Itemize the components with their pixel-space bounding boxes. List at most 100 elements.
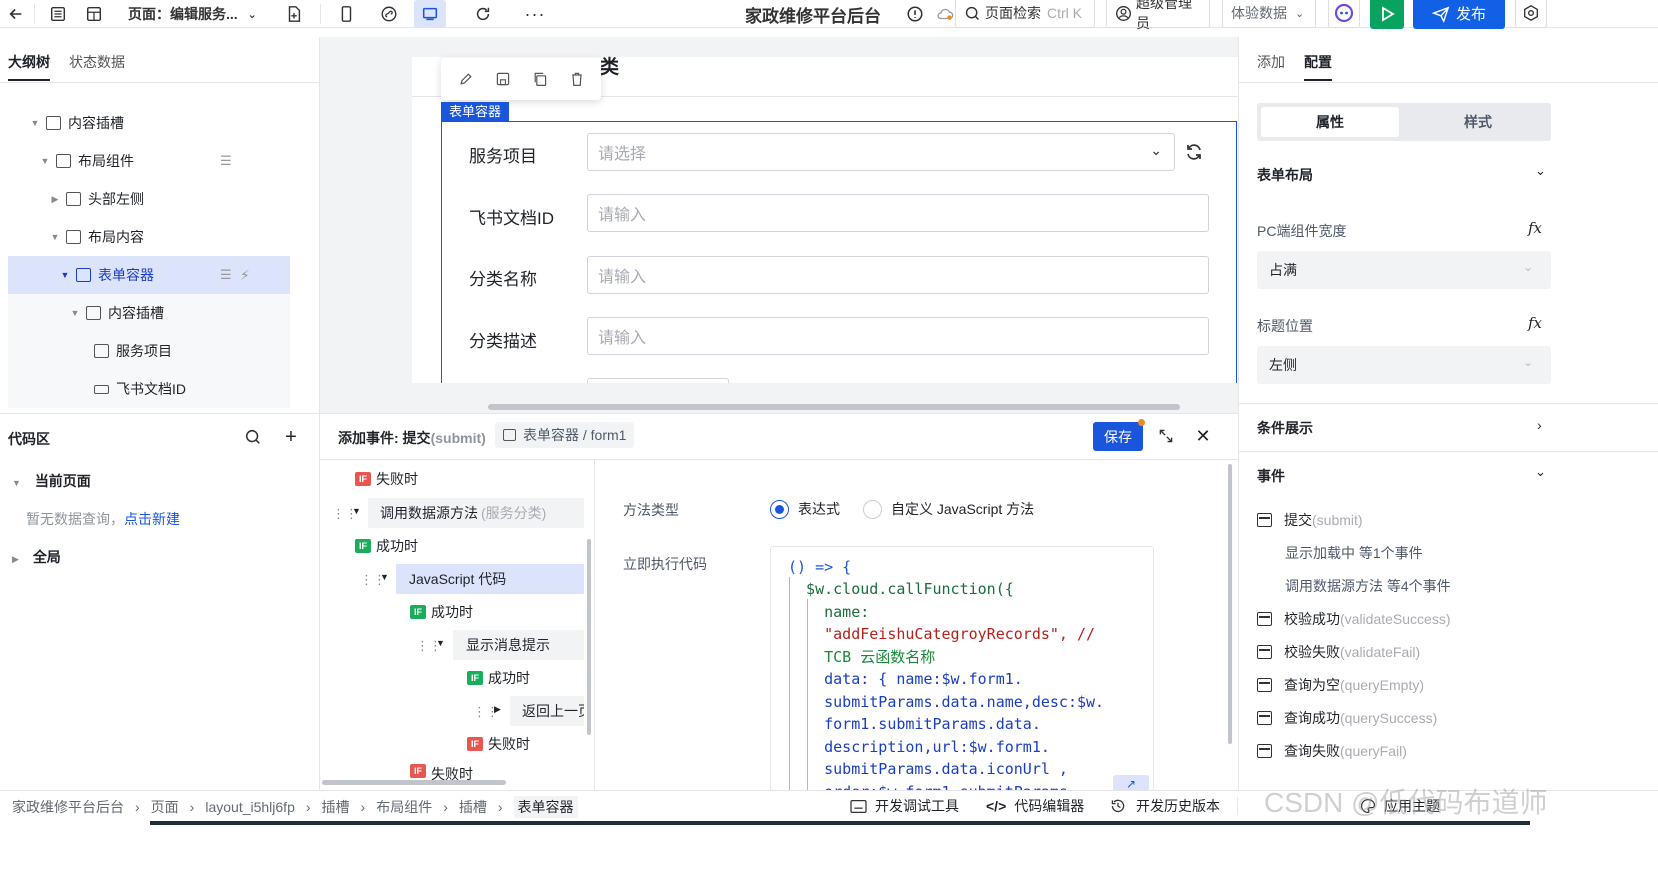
radio-custom-js[interactable]: 自定义 JavaScript 方法 [863, 499, 1034, 519]
condition-heading[interactable]: 条件展示 [1257, 418, 1313, 438]
tree-item-content-slot[interactable]: ▼ 内容插槽 [8, 104, 290, 142]
feishu-id-input[interactable]: 请输入 [587, 194, 1209, 232]
breadcrumb-item[interactable]: layout_i5hlj6fp [205, 799, 295, 815]
tab-config[interactable]: 配置 [1304, 52, 1332, 81]
category-name-input[interactable]: 请输入 [587, 256, 1209, 294]
caret-down-icon[interactable]: ▼ [40, 156, 50, 166]
global-group[interactable]: ▶ 全局 [12, 547, 61, 567]
tab-state-data[interactable]: 状态数据 [69, 52, 125, 72]
layout-icon[interactable] [82, 0, 106, 28]
flow-if-success[interactable]: IF 成功时 [467, 663, 530, 693]
flow-node-datasource[interactable]: 调用数据源方法 (服务分类) [368, 498, 584, 528]
create-query-link[interactable]: 点击新建 [124, 511, 180, 527]
event-query-empty[interactable]: 查询为空 (queryEmpty) [1257, 670, 1424, 700]
chevron-right-icon[interactable]: › [1537, 417, 1542, 433]
flow-node-toast[interactable]: 显示消息提示 [453, 630, 584, 660]
new-page-icon[interactable] [282, 0, 306, 28]
add-icon[interactable]: + [280, 426, 302, 448]
segment-styles[interactable]: 样式 [1409, 107, 1547, 137]
event-action-loading[interactable]: 显示加载中 等1个事件 [1285, 538, 1423, 568]
search-icon[interactable] [242, 426, 264, 448]
expand-icon[interactable] [1156, 426, 1176, 446]
back-arrow-icon[interactable] [4, 0, 28, 28]
caret-down-icon[interactable]: ▼ [30, 118, 40, 128]
flow-if-fail[interactable]: IF 失败时 [467, 729, 530, 759]
trash-icon[interactable] [569, 71, 585, 87]
tree-item-content-slot-2[interactable]: ▼ 内容插槽 [8, 294, 290, 332]
fx-icon[interactable]: fx [1528, 219, 1542, 237]
env-select[interactable]: 体验数据 ⌄ [1222, 0, 1316, 28]
page-search[interactable]: 页面检索 Ctrl K [955, 0, 1095, 28]
tree-item-form-container[interactable]: ▼ 表单容器 ☰ ⚡ [8, 256, 290, 294]
event-validate-fail[interactable]: 校验失败 (validateFail) [1257, 637, 1420, 667]
run-button[interactable] [1370, 0, 1404, 29]
chevron-down-icon[interactable]: ⌄ [1535, 163, 1546, 179]
event-validate-success[interactable]: 校验成功 (validateSuccess) [1257, 604, 1451, 634]
fx-icon[interactable]: fx [1528, 314, 1542, 332]
save-icon[interactable] [495, 71, 511, 87]
caret-right-icon[interactable]: ▶ [494, 704, 501, 715]
refresh-options-icon[interactable] [1183, 141, 1205, 163]
caret-down-icon[interactable]: ▼ [380, 572, 389, 582]
event-target-path[interactable]: 表单容器 / form1 [495, 422, 635, 448]
flow-scrollbar-v[interactable] [587, 539, 591, 735]
config-scrollbar[interactable] [1228, 464, 1232, 744]
history-button[interactable]: 开发历史版本 [1110, 796, 1220, 816]
flow-node-javascript[interactable]: JavaScript 代码 [396, 564, 584, 594]
cloud-sync-icon[interactable] [934, 0, 956, 28]
tab-add[interactable]: 添加 [1257, 52, 1285, 72]
breadcrumb-item[interactable]: 布局组件 [376, 797, 432, 817]
publish-button[interactable]: 发布 [1413, 0, 1505, 29]
debug-tool-button[interactable]: 开发调试工具 [850, 796, 959, 816]
more-icon[interactable]: ··· [524, 0, 546, 28]
caret-right-icon[interactable]: ▶ [50, 194, 60, 205]
event-action-datasource[interactable]: 调用数据源方法 等4个事件 [1285, 571, 1451, 601]
event-submit[interactable]: 提交 (submit) [1257, 505, 1363, 535]
code-editor[interactable]: () => { $w.cloud.callFunction({ name: "a… [770, 546, 1154, 791]
breadcrumb-item[interactable]: 家政维修平台后台 [12, 797, 124, 817]
tree-item-layout[interactable]: ▼ 布局组件 ☰ [8, 142, 290, 180]
caret-down-icon[interactable]: ▼ [60, 270, 70, 280]
caret-down-icon[interactable]: ▼ [436, 638, 445, 648]
edit-icon[interactable] [458, 71, 474, 87]
service-select[interactable]: 请选择 ⌄ [587, 133, 1175, 171]
info-icon[interactable] [904, 0, 926, 28]
page-list-icon[interactable] [46, 0, 70, 28]
breadcrumb-item[interactable]: 表单容器 [513, 796, 578, 818]
breadcrumb-item[interactable]: 插槽 [459, 797, 487, 817]
event-query-success[interactable]: 查询成功 (querySuccess) [1257, 703, 1437, 733]
canvas-scrollbar[interactable] [488, 404, 1180, 410]
event-save-button[interactable]: 保存 [1093, 422, 1143, 451]
caret-down-icon[interactable]: ▼ [352, 506, 361, 516]
category-desc-input[interactable]: 请输入 [587, 317, 1209, 355]
ai-assistant-button[interactable] [1328, 0, 1360, 28]
code-editor-button[interactable]: </> 代码编辑器 [986, 796, 1084, 816]
tree-item-feishu-id[interactable]: 飞书文档ID [8, 370, 290, 408]
tree-item-layout-content[interactable]: ▼ 布局内容 [8, 218, 290, 256]
mobile-view-icon[interactable] [335, 0, 357, 28]
flow-if-fail[interactable]: IF 失败时 [410, 764, 473, 780]
current-page-group[interactable]: ▼ 当前页面 [12, 471, 91, 491]
flow-if-success[interactable]: IF 成功时 [355, 531, 418, 561]
breadcrumb-item[interactable]: 页面 [151, 797, 179, 817]
tab-outline-tree[interactable]: 大纲树 [8, 52, 50, 81]
events-heading[interactable]: 事件 [1257, 466, 1285, 486]
flow-if-fail[interactable]: IF 失败时 [355, 464, 418, 494]
fullscreen-code-icon[interactable]: ↗ [1113, 775, 1149, 790]
flow-if-success[interactable]: IF 成功时 [410, 597, 473, 627]
pc-width-select[interactable]: 占满 ⌄ [1257, 251, 1551, 289]
page-selector[interactable]: 页面：编辑服务... ⌄ [128, 0, 268, 28]
tree-item-header-left[interactable]: ▶ 头部左侧 [8, 180, 290, 218]
close-icon[interactable]: ✕ [1193, 426, 1213, 446]
event-query-fail[interactable]: 查询失败 (queryFail) [1257, 736, 1407, 766]
radio-expression[interactable]: 表达式 [770, 499, 840, 519]
settings-button[interactable] [1515, 0, 1547, 28]
miniprogram-view-icon[interactable] [378, 0, 400, 28]
admin-button[interactable]: 超级管理员 [1106, 0, 1210, 31]
breadcrumb-item[interactable]: 插槽 [322, 797, 350, 817]
copy-icon[interactable] [532, 71, 548, 87]
title-pos-select[interactable]: 左侧 ⌄ [1257, 346, 1551, 384]
flow-scrollbar-h[interactable] [322, 780, 506, 785]
chevron-down-icon[interactable]: ⌄ [1535, 464, 1546, 480]
refresh-icon[interactable] [472, 0, 494, 28]
